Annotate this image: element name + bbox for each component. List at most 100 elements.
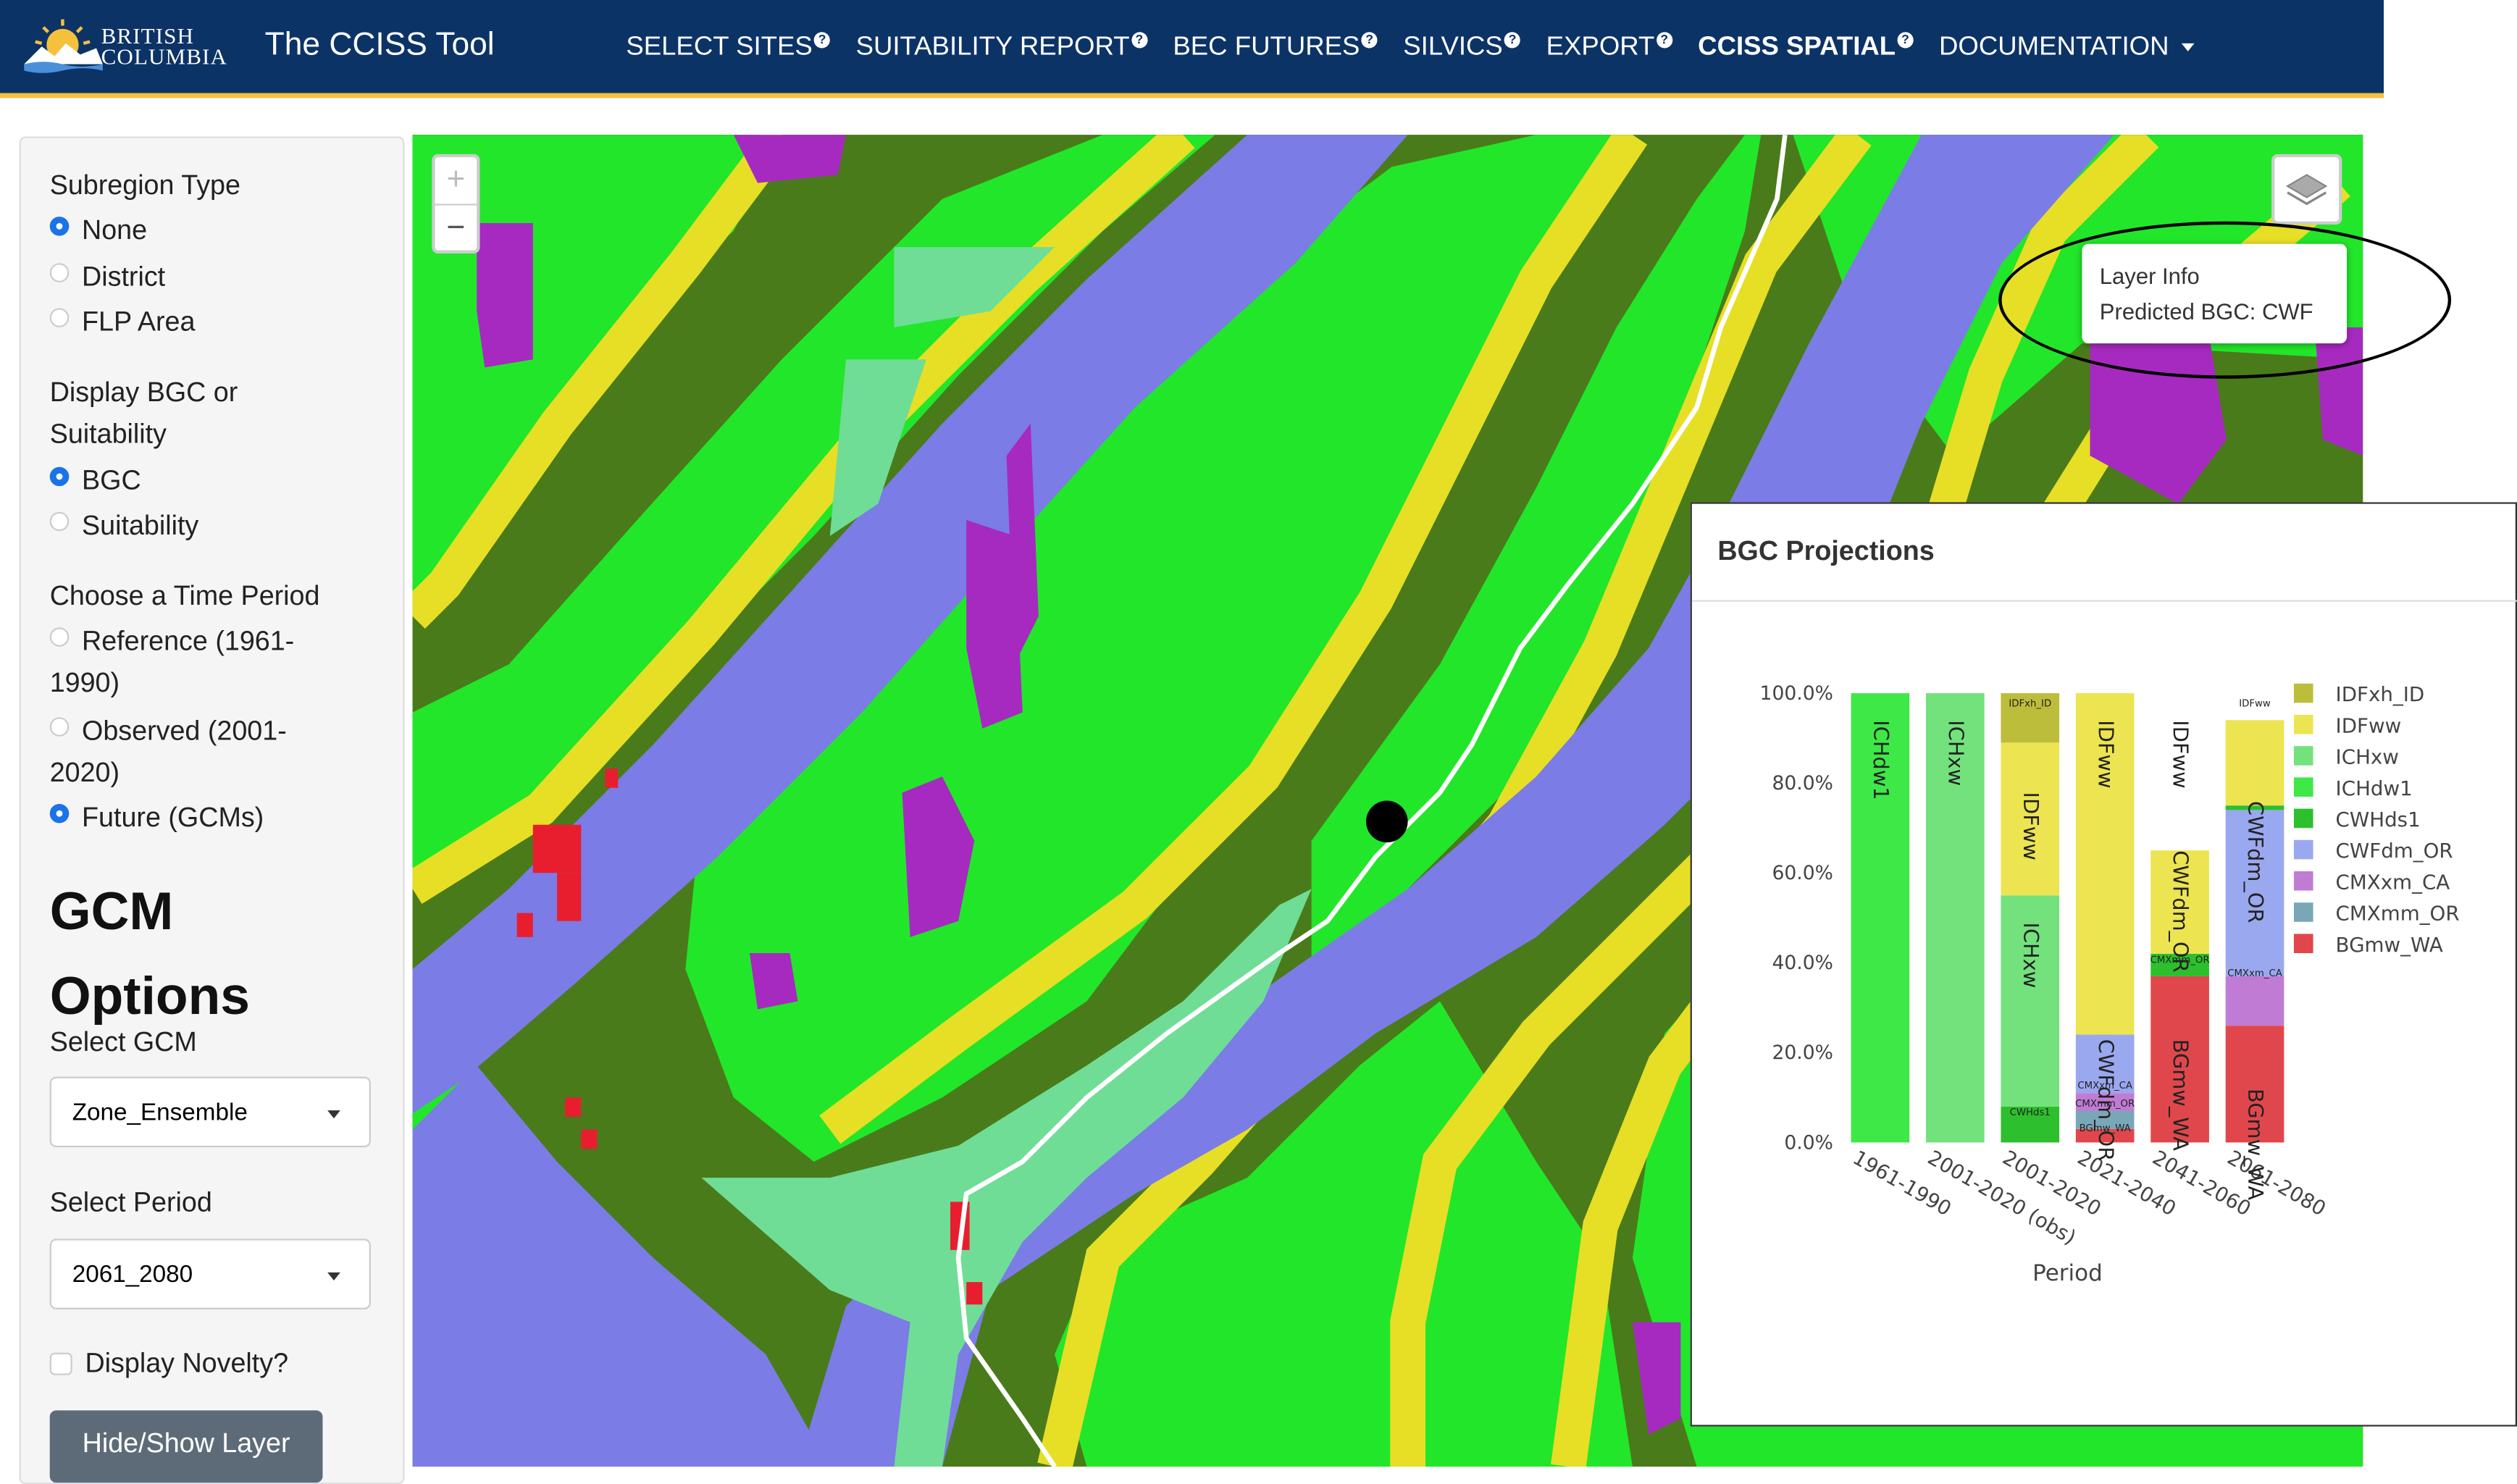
legend-label-idfww[interactable]: IDFww <box>2336 713 2402 737</box>
select-period-value: 2061_2080 <box>72 1261 193 1289</box>
radio-label: BGC <box>82 461 141 503</box>
segment-label: ICHdw1 <box>1869 720 1893 800</box>
radio-button[interactable] <box>49 263 70 282</box>
radio-label-line2: 1990) <box>49 667 120 698</box>
bar-segment-idfww[interactable] <box>2225 720 2284 806</box>
zoom-out-button[interactable]: − <box>435 206 477 252</box>
segment-label: CWHds1 <box>2010 1107 2051 1118</box>
y-tick-label: 40.0% <box>1772 952 1833 974</box>
y-tick-label: 20.0% <box>1772 1041 1833 1064</box>
display-radio-suitability[interactable]: Suitability <box>49 506 198 548</box>
radio-button[interactable] <box>49 627 70 647</box>
help-icon[interactable]: ? <box>813 32 831 49</box>
select-period-dropdown[interactable]: 2061_2080 <box>49 1238 371 1309</box>
nav-item-label: SUITABILITY REPORT <box>855 32 1130 62</box>
hide-show-layer-button[interactable]: Hide/Show Layer <box>49 1410 323 1483</box>
radio-button[interactable] <box>49 717 70 737</box>
period-radio-observed-2001[interactable]: Observed (2001- 2020) <box>49 710 287 794</box>
subregion-radio-flp-area[interactable]: FLP Area <box>49 302 195 344</box>
legend-swatch-bgmw-wa <box>2293 934 2313 954</box>
x-axis-title: Period <box>2032 1260 2103 1286</box>
subregion-type-label: Subregion Type <box>49 169 240 201</box>
segment-label: CMXmm_OR <box>2075 1099 2135 1110</box>
display-novelty-checkbox[interactable]: Display Novelty? <box>49 1348 289 1380</box>
display-novelty-label: Display Novelty? <box>85 1348 289 1379</box>
radio-button[interactable] <box>49 466 70 487</box>
display-bgc-label-line2: Suitability <box>49 419 167 450</box>
legend-swatch-idfxh-id <box>2293 683 2313 703</box>
help-icon[interactable]: ? <box>1131 32 1147 49</box>
subregion-radio-none[interactable]: None <box>49 210 148 252</box>
legend-label-cwhds1[interactable]: CWHds1 <box>2336 808 2421 831</box>
radio-button[interactable] <box>49 217 70 236</box>
radio-label-line1: District <box>82 261 166 293</box>
checkbox-box[interactable] <box>49 1352 72 1375</box>
selected-location-marker <box>1365 800 1408 843</box>
bar-segment-cmxxm-ca[interactable] <box>2225 976 2284 1026</box>
y-tick-label: 80.0% <box>1772 772 1833 795</box>
radio-label: Suitability <box>82 506 198 548</box>
legend-label-ichxw[interactable]: ICHxw <box>2336 745 2399 769</box>
nav-item-label: DOCUMENTATION <box>1938 32 2169 62</box>
help-icon[interactable]: ? <box>1897 32 1914 49</box>
select-gcm-dropdown[interactable]: Zone_Ensemble <box>49 1076 371 1148</box>
nav-item-cciss-spatial[interactable]: CCISS SPATIAL? <box>1698 32 1914 62</box>
segment-label: CMXmm_OR <box>2150 955 2210 965</box>
radio-label-line1: Reference (1961- <box>82 626 295 657</box>
select-gcm-label: Select GCM <box>49 1026 197 1058</box>
help-icon[interactable]: ? <box>1361 32 1378 49</box>
period-radio-reference-1961[interactable]: Reference (1961- 1990) <box>49 621 295 704</box>
legend-swatch-idfww <box>2293 715 2313 734</box>
logo-line-2: COLUMBIA <box>101 46 227 71</box>
nav-item-label: CCISS SPATIAL <box>1698 32 1896 62</box>
radio-button[interactable] <box>49 803 70 823</box>
radio-label: District <box>82 256 165 298</box>
select-period-label: Select Period <box>49 1187 212 1218</box>
radio-button[interactable] <box>49 511 70 532</box>
app-title[interactable]: The CCISS Tool <box>265 28 495 64</box>
nav-item-silvics[interactable]: SILVICS? <box>1403 32 1521 62</box>
display-radio-bgc[interactable]: BGC <box>49 461 141 503</box>
radio-label-line2: 2020) <box>49 757 120 788</box>
legend-swatch-ichdw1 <box>2293 777 2313 797</box>
nav-item-documentation[interactable]: DOCUMENTATION <box>1939 32 2195 62</box>
nav-item-label: BEC FUTURES <box>1173 32 1360 62</box>
bgc-projections-panel: BGC Projections 0.0% 20.0% 40.0% 60.0% 80.0%… <box>1690 502 2517 1427</box>
radio-label: Reference (1961- 1990) <box>50 621 295 704</box>
legend-label-cmxmm-or[interactable]: CMXmm_OR <box>2336 902 2460 926</box>
legend-label-cwfdm-or[interactable]: CWFdm_OR <box>2336 839 2453 863</box>
layers-icon <box>2285 174 2328 206</box>
gcm-options-heading: GCM Options <box>50 868 250 1039</box>
help-icon[interactable]: ? <box>1656 32 1672 49</box>
chevron-down-icon <box>2182 43 2195 52</box>
period-radio-future-gcms[interactable]: Future (GCMs) <box>49 797 264 839</box>
radio-button[interactable] <box>49 308 70 327</box>
segment-label: BGmw_WA <box>2080 1123 2131 1134</box>
nav-item-label: EXPORT <box>1546 32 1655 62</box>
sidebar-panel: Subregion Type None District FLP Area Disp… <box>19 136 405 1484</box>
subregion-radio-district[interactable]: District <box>49 256 165 298</box>
zoom-in-button[interactable]: + <box>435 157 477 206</box>
legend-label-cmxxm-ca[interactable]: CMXxm_CA <box>2336 870 2450 894</box>
segment-label: CWFdm_OR <box>2243 801 2268 923</box>
radio-label-line1: Future (GCMs) <box>82 802 264 833</box>
segment-label: IDFww <box>2093 720 2118 788</box>
nav-item-label: SELECT SITES <box>626 32 813 62</box>
nav-item-export[interactable]: EXPORT? <box>1546 32 1672 62</box>
legend-label-bgmw-wa[interactable]: BGmw_WA <box>2336 933 2443 957</box>
nav-item-bec-futures[interactable]: BEC FUTURES? <box>1173 32 1378 62</box>
legend-label-ichdw1[interactable]: ICHdw1 <box>2336 776 2413 800</box>
nav-item-suitability-report[interactable]: SUITABILITY REPORT? <box>856 32 1147 62</box>
legend-label-idfxh-id[interactable]: IDFxh_ID <box>2336 682 2425 706</box>
legend-swatch-cmxmm-or <box>2293 902 2313 922</box>
segment-label: BGmw_WA <box>2169 1039 2193 1151</box>
logo-wordmark: BRITISH COLUMBIA <box>101 27 227 71</box>
y-tick-label: 100.0% <box>1760 682 1833 705</box>
radio-label-line1: None <box>82 214 148 246</box>
nav-item-select-sites[interactable]: SELECT SITES? <box>626 32 831 62</box>
radio-label: Observed (2001- 2020) <box>50 710 287 794</box>
radio-label-line1: Observed (2001- <box>82 716 287 747</box>
help-icon[interactable]: ? <box>1504 32 1521 49</box>
highlight-ellipse <box>1998 221 2452 379</box>
layers-control-button[interactable] <box>2271 154 2342 225</box>
